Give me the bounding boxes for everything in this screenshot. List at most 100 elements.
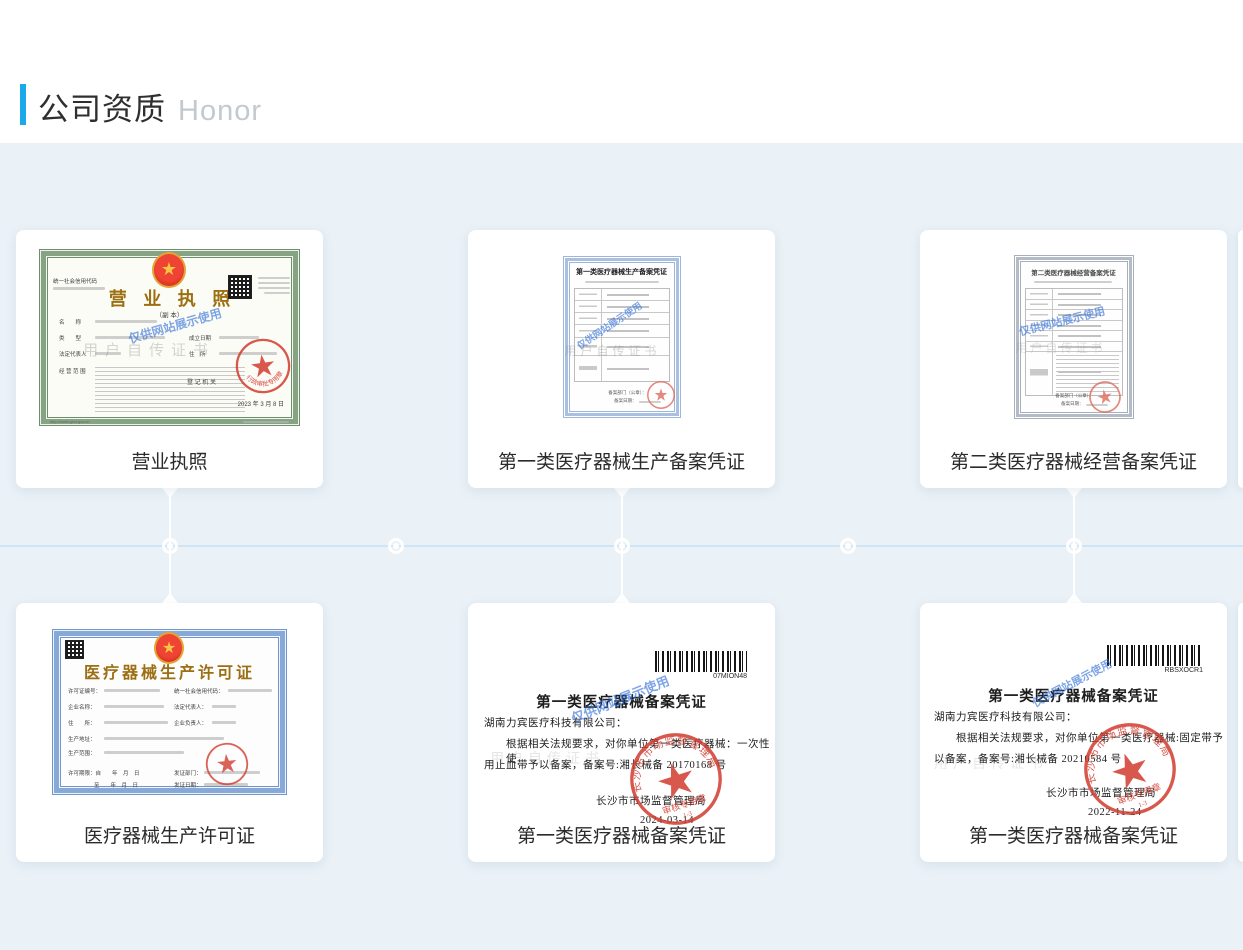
- connector-arrow-up: [162, 593, 178, 603]
- section-accent-bar: [20, 84, 26, 125]
- cert-number-line: [585, 281, 659, 283]
- field-legal-value: [212, 705, 236, 708]
- barcode: [655, 651, 747, 672]
- connector-arrow-down: [162, 488, 178, 498]
- certificate-card-class2-operation[interactable]: 第二类医疗器械经营备案凭证 备案部门（公章）： 备案日期：: [920, 230, 1227, 488]
- card-caption: 第一类医疗器械生产备案凭证: [468, 447, 775, 474]
- field-legal-label: 法定代表人：: [174, 703, 207, 711]
- section-title: 公司资质 Honor: [38, 84, 262, 129]
- card-caption: 第一类医疗器械备案凭证: [920, 821, 1227, 848]
- table-row: [575, 301, 669, 313]
- certificate-photo: ★ 医疗器械生产许可证 许可证编号： 统一社会信用代码： 企业名称： 法定代表人…: [16, 603, 323, 821]
- addressee: 湖南力宾医疗科技有限公司：: [934, 709, 1077, 724]
- addressee: 湖南力宾医疗科技有限公司：: [484, 715, 627, 730]
- field-scope-value: [95, 367, 245, 413]
- table-row: [1026, 289, 1122, 300]
- stamp-ring-text: 长沙市市场监督管理局: [1071, 711, 1173, 787]
- document-title: 第一类医疗器械备案凭证: [468, 691, 775, 712]
- production-license-paper: ★ 医疗器械生产许可证 许可证编号： 统一社会信用代码： 企业名称： 法定代表人…: [52, 629, 287, 795]
- field-prod-scope-label: 生产范围：: [68, 749, 96, 757]
- connector-arrow-up: [614, 593, 630, 603]
- field-legal-value: [95, 352, 121, 355]
- section-subtitle: Honor: [178, 95, 262, 127]
- qr-side-text: [258, 287, 290, 289]
- certificate-photo: ★ 统一社会信用代码 营 业 执 照 （副 本） 名 称 类 型 法定代表人 经…: [16, 230, 323, 444]
- section-title-cn: 公司资质: [38, 92, 166, 127]
- field-license-no-label: 许可证编号：: [68, 687, 101, 695]
- timeline-node-dot: [619, 543, 625, 549]
- table-row: [1026, 342, 1122, 353]
- red-seal-stamp: 长沙市市场监督管理局 审核专用章 1-3: [1068, 707, 1191, 830]
- field-type-value: [95, 336, 165, 339]
- field-company-label: 企业名称：: [68, 703, 96, 711]
- certificate-card-class1-production[interactable]: 第一类医疗器械生产备案凭证 备案部门（公章）： 备案日期：: [468, 230, 775, 488]
- filing-cert-paper: 第二类医疗器械经营备案凭证 备案部门（公章）： 备案日期：: [1014, 255, 1134, 419]
- barcode-code: 07MION48: [713, 673, 747, 680]
- field-established-label: 成立日期: [189, 334, 211, 342]
- cert-title: 第二类医疗器械经营备案凭证: [1014, 267, 1134, 277]
- table-row: [1026, 310, 1122, 321]
- certificate-photo: 第一类医疗器械生产备案凭证 备案部门（公章）： 备案日期：: [468, 230, 775, 444]
- credit-code-label: 统一社会信用代码: [53, 277, 97, 285]
- document-title: 第一类医疗器械备案凭证: [920, 685, 1227, 706]
- field-scope-label: 经 营 范 围: [59, 367, 86, 375]
- field-address-value: [104, 721, 168, 724]
- card-caption: 营业执照: [16, 447, 323, 474]
- table-row: [575, 289, 669, 301]
- issue-date: 2023 年 3 月 8 日: [238, 399, 284, 408]
- issue-date-label: 发证日期：: [174, 781, 202, 789]
- stamp-number: 1-3: [682, 810, 693, 820]
- certificate-card-class1-filing-a[interactable]: 07MION48 第一类医疗器械备案凭证 湖南力宾医疗科技有限公司： 根据相关法…: [468, 603, 775, 862]
- table-row: [575, 313, 669, 325]
- timeline-node-dot: [845, 543, 851, 549]
- footer-url: http://www.gsxt.gov.cn: [50, 419, 90, 424]
- honor-page: 公司资质Honor ★ 统一社会信用代码 营 业 执 照 （副 本）: [0, 0, 1243, 950]
- field-prod-addr-label: 生产地址：: [68, 735, 96, 743]
- qr-side-text: [264, 292, 290, 294]
- certificate-card-production-license[interactable]: ★ 医疗器械生产许可证 许可证编号： 统一社会信用代码： 企业名称： 法定代表人…: [16, 603, 323, 862]
- field-name-label: 名 称: [59, 318, 81, 326]
- national-emblem-icon: ★: [152, 252, 186, 288]
- qr-side-text: [258, 282, 290, 284]
- qr-code: [65, 640, 84, 659]
- timeline-node-dot: [393, 543, 399, 549]
- card-caption: 第一类医疗器械备案凭证: [468, 821, 775, 848]
- card-caption: 医疗器械生产许可证: [16, 821, 323, 848]
- connector-arrow-up: [1066, 593, 1082, 603]
- table-row: [1026, 300, 1122, 311]
- qr-code: [228, 275, 252, 299]
- validity-to: 至 年 月 日: [94, 781, 138, 789]
- certificate-card-class1-filing-b[interactable]: RBSXOCR1 第一类医疗器械备案凭证 湖南力宾医疗科技有限公司： 根据相关法…: [920, 603, 1227, 862]
- red-seal-stamp: 行政审批专用章: [230, 333, 296, 399]
- barcode: [1107, 645, 1203, 666]
- field-legal-label: 法定代表人: [59, 350, 87, 358]
- field-company-value: [104, 705, 164, 708]
- next-card-edge[interactable]: [1238, 230, 1243, 488]
- connector-arrow-down: [614, 488, 630, 498]
- certificate-card-business-license[interactable]: ★ 统一社会信用代码 营 业 执 照 （副 本） 名 称 类 型 法定代表人 经…: [16, 230, 323, 488]
- field-manager-value: [212, 721, 236, 724]
- filing-date-label: 备案日期：: [614, 398, 637, 404]
- issue-dept-label: 发证部门：: [174, 769, 202, 777]
- timeline-node-dot: [1071, 543, 1077, 549]
- business-license-paper: ★ 统一社会信用代码 营 业 执 照 （副 本） 名 称 类 型 法定代表人 经…: [39, 249, 300, 426]
- svg-text:长沙市市场监督管理局: 长沙市市场监督管理局: [1071, 711, 1173, 787]
- table-row: [1026, 321, 1122, 332]
- next-card-edge[interactable]: [1238, 603, 1243, 862]
- connector-arrow-down: [1066, 488, 1082, 498]
- table-row: [575, 325, 669, 337]
- validity-from: 许可期限：自 年 月 日: [68, 769, 140, 777]
- field-license-no-value: [104, 689, 160, 692]
- timeline-node-dot: [167, 543, 173, 549]
- field-prod-scope-value: [104, 751, 184, 754]
- field-manager-label: 企业负责人：: [174, 719, 207, 727]
- footer-print-text: [243, 421, 289, 423]
- field-address-label: 住 所: [189, 350, 206, 358]
- certificate-photo: 第二类医疗器械经营备案凭证 备案部门（公章）： 备案日期：: [920, 230, 1227, 444]
- barcode-code: RBSXOCR1: [1164, 667, 1203, 674]
- cert-table: [574, 288, 670, 382]
- field-name-value: [95, 320, 157, 323]
- field-prod-addr-value: [104, 737, 224, 740]
- cert-number-line: [1034, 281, 1112, 283]
- cert-title: 第一类医疗器械生产备案凭证: [563, 267, 681, 277]
